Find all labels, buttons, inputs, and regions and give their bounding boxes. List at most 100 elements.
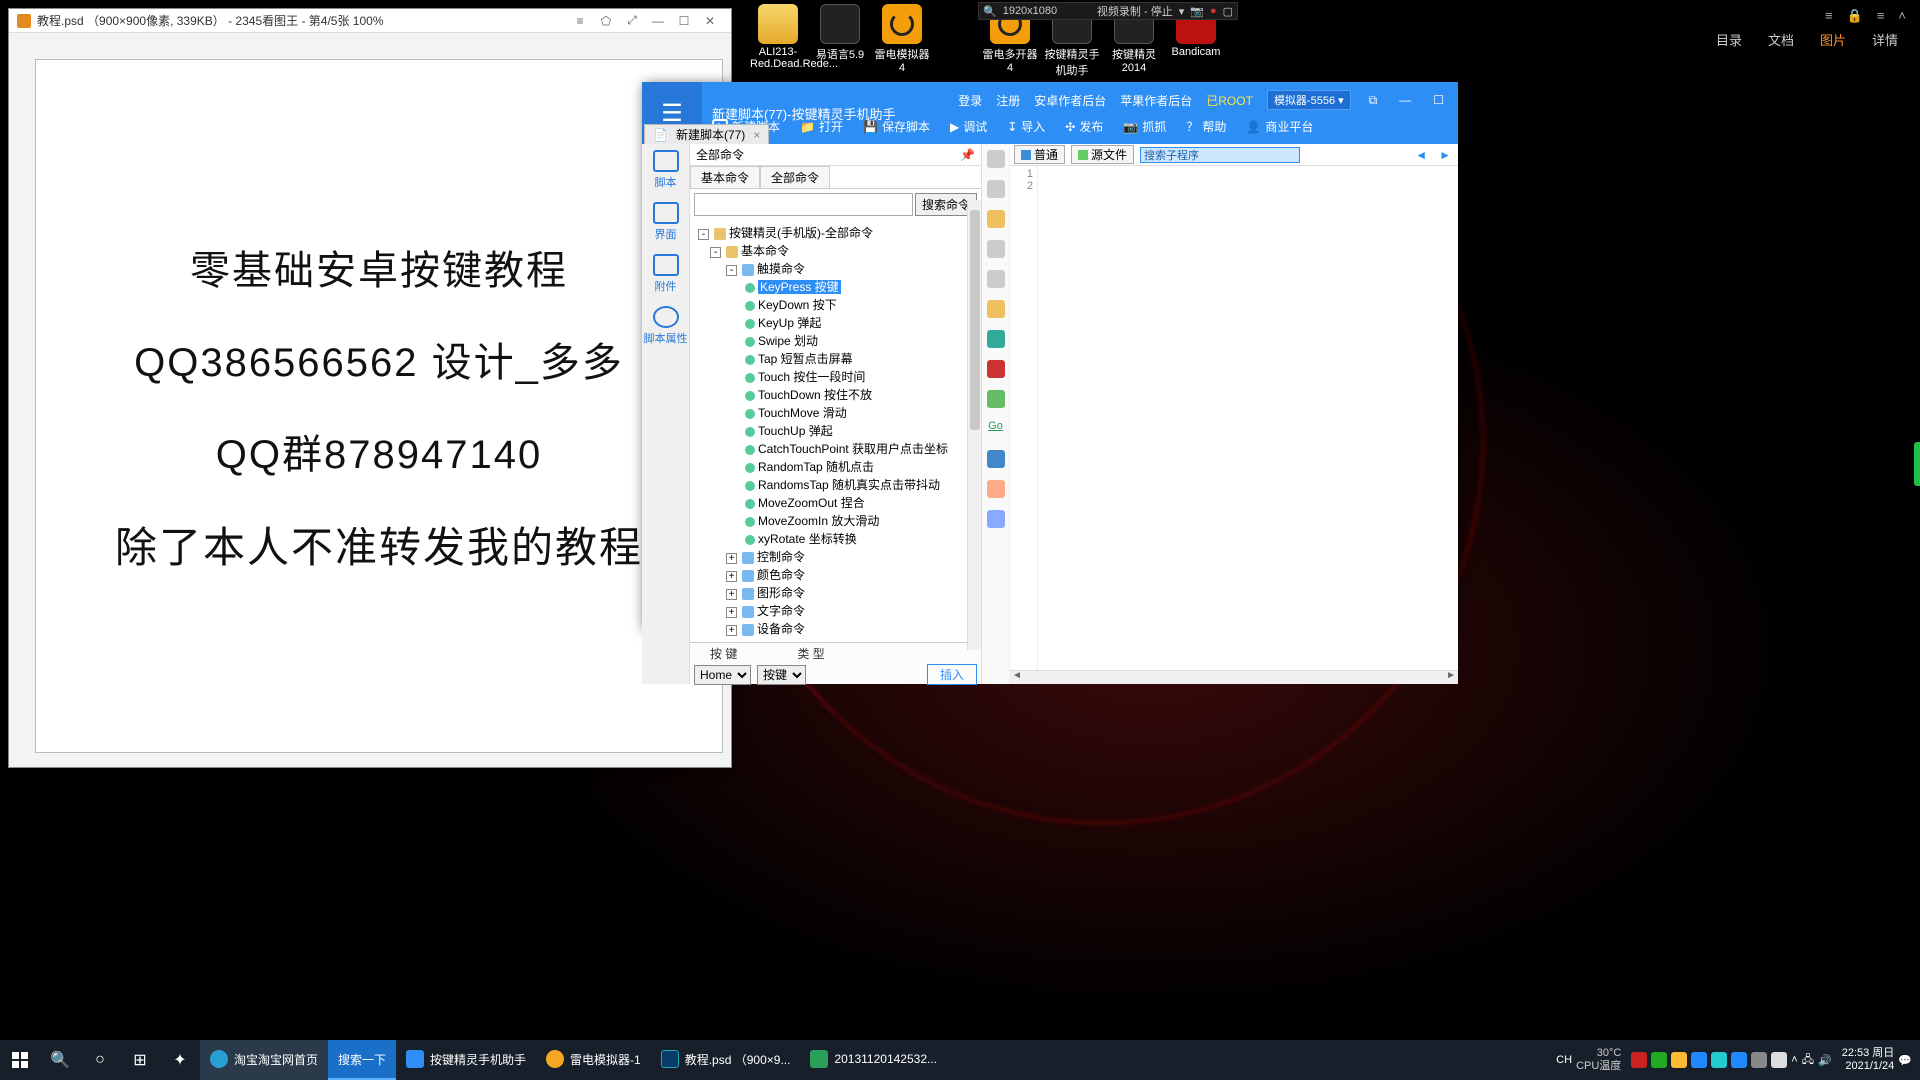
close-button[interactable]: ✕ — [697, 14, 723, 28]
temperature-widget[interactable]: 30°CCPU温度 — [1576, 1047, 1621, 1073]
tray-icon[interactable] — [1771, 1052, 1787, 1068]
tree-item[interactable]: MoveZoomOut 捏合 — [758, 496, 865, 510]
taskbar-item-doc[interactable]: 20131120142532... — [800, 1040, 947, 1080]
notification-icon[interactable]: 💬 — [1898, 1054, 1912, 1067]
scrollbar-thumb[interactable] — [970, 210, 980, 430]
cortana-icon[interactable]: ○ — [80, 1040, 120, 1080]
chevron-up-icon[interactable]: ˄ — [1791, 1054, 1797, 1066]
tool-icon[interactable] — [987, 360, 1005, 378]
param-type-select[interactable]: 按键 — [757, 665, 806, 685]
tab-image[interactable]: 图片 — [1820, 30, 1846, 49]
taskview-icon[interactable]: ⊞ — [120, 1040, 160, 1080]
taskbar-item-browser[interactable]: 淘宝淘宝网首页 — [200, 1040, 328, 1080]
fullscreen-icon[interactable]: ⤢ — [619, 13, 645, 28]
subroutine-search-input[interactable] — [1140, 147, 1300, 163]
viewer-canvas[interactable]: 零基础安卓按键教程 QQ386566562 设计_多多 QQ群878947140… — [35, 59, 723, 753]
tool-icon[interactable] — [987, 510, 1005, 528]
menu-icon[interactable]: ≡ — [567, 14, 593, 28]
maximize-button[interactable]: ☐ — [671, 14, 697, 28]
tray-icon[interactable] — [1691, 1052, 1707, 1068]
tool-icon[interactable] — [987, 330, 1005, 348]
tree-item[interactable]: Swipe 划动 — [758, 334, 818, 348]
menu-icon[interactable]: ≡ — [1877, 8, 1885, 24]
rail-script[interactable]: 脚本 — [653, 150, 679, 190]
tree-item[interactable]: Touch 按住一段时间 — [758, 370, 865, 384]
desktop-icon-leidian[interactable]: 雷电模拟器4 — [874, 4, 930, 74]
search-icon[interactable]: 🔍 — [40, 1040, 80, 1080]
import-button[interactable]: ↧导入 — [999, 116, 1053, 137]
tab-detail[interactable]: 详情 — [1872, 30, 1898, 49]
tree-scrollbar[interactable] — [967, 200, 981, 650]
desktop-icon-eyuyan[interactable]: 易语言5.9 — [812, 4, 868, 74]
rail-ui[interactable]: 界面 — [653, 202, 679, 242]
link-login[interactable]: 登录 — [958, 92, 982, 109]
viewer-titlebar[interactable]: 教程.psd （900×900像素, 339KB） - 2345看图王 - 第4… — [9, 9, 731, 33]
minimize-button[interactable]: — — [645, 14, 671, 28]
tree-group[interactable]: 颜色命令 — [757, 568, 805, 582]
volume-icon[interactable]: 🔊 — [1818, 1054, 1832, 1067]
chevron-up-icon[interactable]: ˄ — [1898, 8, 1906, 24]
view-mode-normal[interactable]: 普通 — [1014, 145, 1065, 164]
maximize-button[interactable]: ☐ — [1429, 93, 1448, 107]
param-key-select[interactable]: Home — [694, 665, 751, 685]
tree-item[interactable]: RandomTap 随机点击 — [758, 460, 874, 474]
tab-catalog[interactable]: 目录 — [1716, 30, 1742, 49]
tool-icon[interactable] — [987, 150, 1005, 168]
link-register[interactable]: 注册 — [996, 92, 1020, 109]
app-pinned-icon[interactable]: ✦ — [160, 1040, 200, 1080]
rail-attachment[interactable]: 附件 — [653, 254, 679, 294]
tray-icon[interactable] — [1671, 1052, 1687, 1068]
publish-button[interactable]: ✣发布 — [1057, 116, 1111, 137]
link-apple-console[interactable]: 苹果作者后台 — [1120, 92, 1192, 109]
start-button[interactable] — [0, 1040, 40, 1080]
command-search-input[interactable] — [694, 193, 913, 216]
tree-item[interactable]: KeyDown 按下 — [758, 298, 837, 312]
tool-icon[interactable] — [987, 180, 1005, 198]
taskbar-item-viewer[interactable]: 教程.psd （900×9... — [651, 1040, 801, 1080]
network-icon[interactable]: 🖧 — [1802, 1051, 1814, 1070]
tray-icon[interactable] — [1711, 1052, 1727, 1068]
tray-icon[interactable] — [1651, 1052, 1667, 1068]
tree-item[interactable]: TouchDown 按住不放 — [758, 388, 872, 402]
debug-button[interactable]: ▶调试 — [942, 116, 995, 137]
edge-handle[interactable] — [1914, 442, 1920, 486]
document-tab[interactable]: 📄 新建脚本(77) × — [644, 124, 769, 144]
tray-icon[interactable] — [1751, 1052, 1767, 1068]
taskbar-item-search[interactable]: 搜索一下 — [328, 1040, 396, 1080]
insert-button[interactable]: 插入 — [927, 664, 977, 685]
tree-item[interactable]: Tap 短暂点击屏幕 — [758, 352, 853, 366]
link-android-console[interactable]: 安卓作者后台 — [1034, 92, 1106, 109]
screen-recorder-bar[interactable]: 🔍 1920x1080 视频录制 - 停止 ▾ 📷 ● ▢ — [978, 2, 1238, 20]
tray-icon[interactable] — [1631, 1052, 1647, 1068]
nav-prev-icon[interactable]: ◄ — [1412, 148, 1430, 162]
dropdown-icon[interactable]: ▾ — [1179, 5, 1185, 18]
tool-icon[interactable] — [987, 450, 1005, 468]
tree-group-touch[interactable]: 触摸命令 — [757, 262, 805, 276]
list-icon[interactable]: ≡ — [1825, 8, 1833, 24]
tree-group[interactable]: 设备命令 — [757, 622, 805, 636]
close-icon[interactable]: ▢ — [1223, 5, 1233, 18]
pin-icon[interactable]: 📌 — [960, 148, 975, 162]
tool-icon[interactable] — [987, 210, 1005, 228]
tree-item[interactable]: TouchUp 弹起 — [758, 424, 833, 438]
taskbar-item-emulator[interactable]: 雷电模拟器-1 — [536, 1040, 651, 1080]
tab-all-commands[interactable]: 全部命令 — [760, 166, 830, 188]
tool-icon[interactable] — [987, 300, 1005, 318]
go-icon[interactable]: Go — [988, 420, 1003, 438]
tree-item[interactable]: RandomsTap 随机真实点击带抖动 — [758, 478, 940, 492]
tree-group[interactable]: 控制命令 — [757, 550, 805, 564]
open-button[interactable]: 📁打开 — [792, 116, 851, 137]
tool-icon[interactable] — [987, 240, 1005, 258]
tool-icon[interactable] — [987, 270, 1005, 288]
desktop-icon-ali213[interactable]: ALI213-Red.Dead.Rede... — [750, 4, 806, 74]
business-button[interactable]: 👤商业平台 — [1238, 116, 1321, 137]
save-button[interactable]: 💾保存脚本 — [855, 116, 938, 137]
lock-icon[interactable]: 🔒 — [1847, 8, 1863, 24]
tool-icon[interactable] — [987, 390, 1005, 408]
tree-group[interactable]: 图形命令 — [757, 586, 805, 600]
tree-root[interactable]: 按键精灵(手机版)-全部命令 — [729, 226, 873, 240]
camera-icon[interactable]: 📷 — [1190, 5, 1204, 18]
minimize-button[interactable]: — — [1395, 93, 1415, 107]
tool-icon[interactable] — [987, 480, 1005, 498]
capture-button[interactable]: 📷抓抓 — [1115, 116, 1174, 137]
